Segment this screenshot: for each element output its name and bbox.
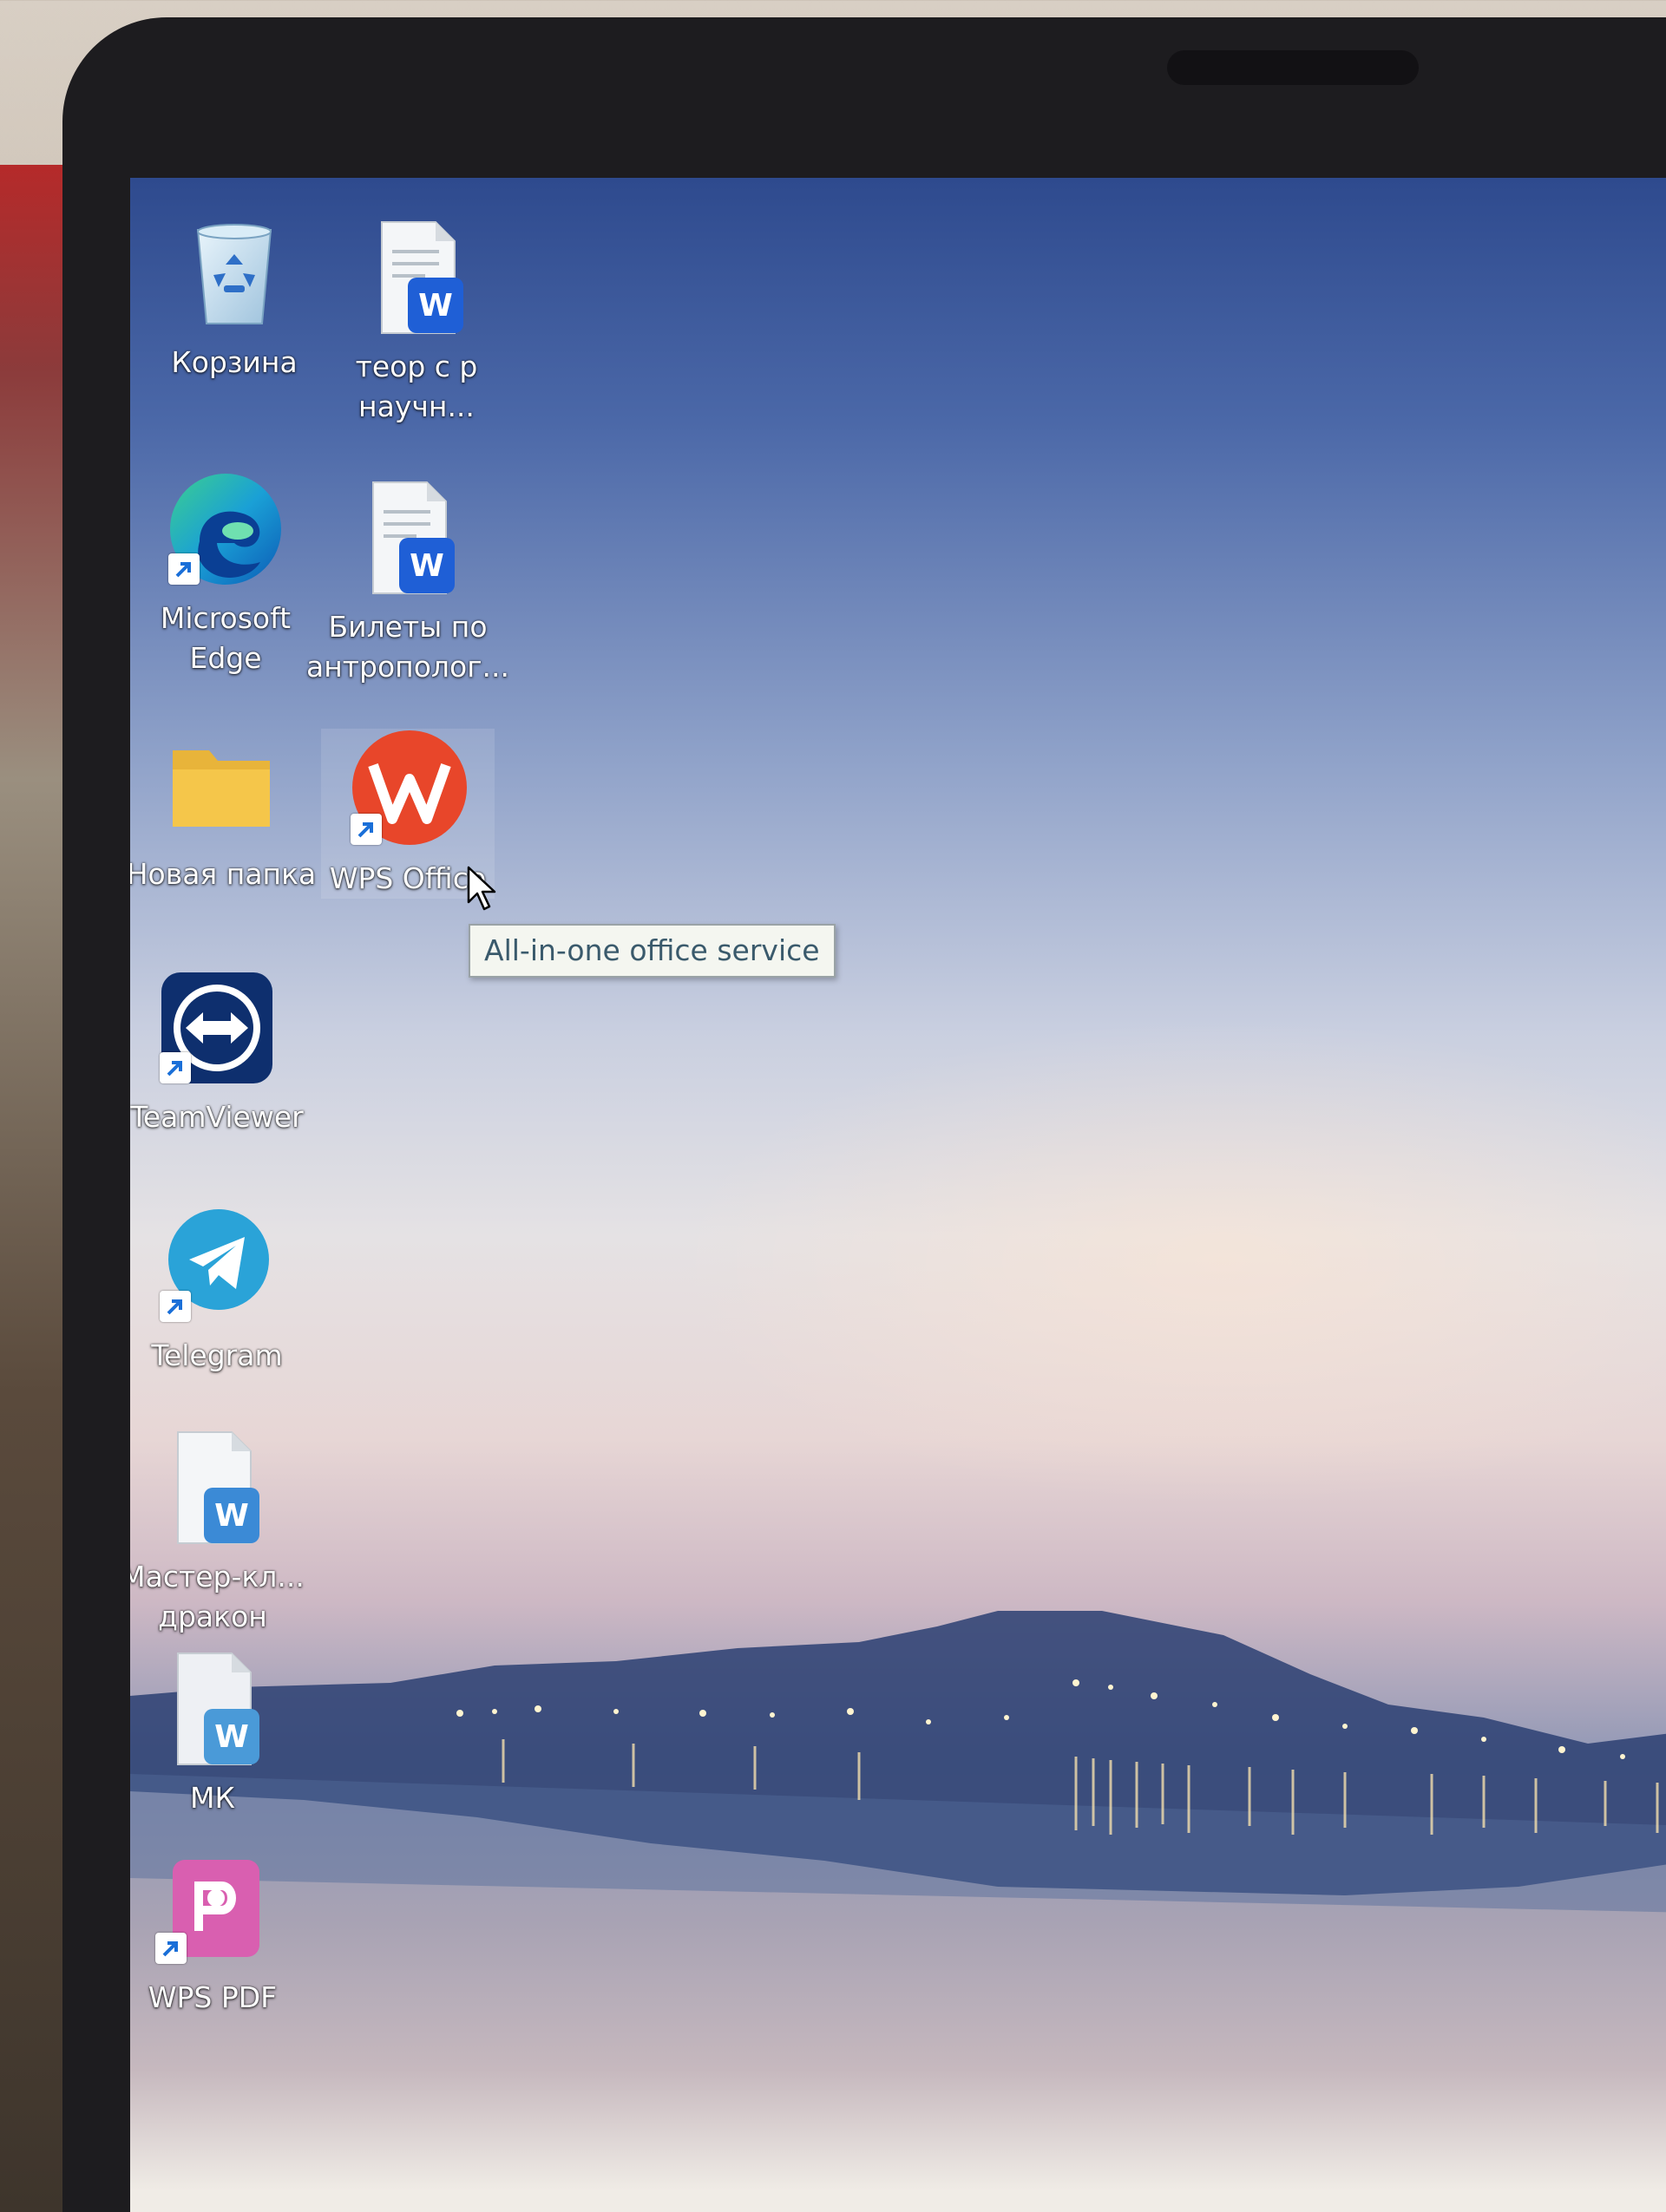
svg-text:W: W [410,548,444,584]
edge-icon [165,468,286,590]
desktop-icon-label: Мастер-кл... дракон [130,1560,305,1633]
svg-text:W: W [418,288,453,324]
desktop-icon-microsoft-edge[interactable]: Microsoft Edge [139,468,312,678]
wps-office-tooltip: All-in-one office service [469,924,836,978]
word-document-icon: W [356,217,477,338]
webcam-bar [1167,50,1419,85]
shortcut-arrow-icon [160,1052,191,1083]
telegram-icon [156,1206,278,1327]
desktop-icon-label: TeamViewer [130,1100,304,1134]
wps-office-icon [347,729,469,850]
wps-pdf-icon [152,1848,273,1969]
desktop-icon-label: WPS PDF [148,1980,278,2014]
shortcut-arrow-icon [155,1933,187,1964]
shortcut-arrow-icon [168,553,200,585]
mouse-cursor-icon [467,866,496,911]
shortcut-arrow-icon [351,814,382,845]
desktop-icon-teamviewer[interactable]: TeamViewer [130,967,304,1137]
desktop-icon-new-folder[interactable]: Новая папка [130,724,316,894]
desktop-icon-word-doc-mk[interactable]: W МК [130,1648,299,1818]
desktop-icon-label: WPS Office [329,861,487,895]
desktop-icon-label: Telegram [151,1338,283,1372]
desktop-icon-label: Microsoft Edge [160,601,292,675]
wallpaper-landscape [130,1611,1666,1913]
desktop-icon-telegram[interactable]: Telegram [130,1206,304,1376]
desktop-icon-label: Билеты по антрополог... [306,610,510,684]
folder-icon [161,724,282,846]
desktop-icon-wps-pdf[interactable]: WPS PDF [130,1848,299,2018]
desktop[interactable]: Корзина W теор с р научн... Microsoft Ed… [130,178,1666,2212]
desktop-icon-label: Новая папка [130,857,317,891]
desktop-icon-word-doc-teor[interactable]: W теор с р научн... [330,217,503,427]
word-document-icon: W [347,477,469,599]
svg-text:W: W [214,1719,249,1755]
desktop-icon-label: теор с р научн... [355,350,478,423]
svg-text:W: W [214,1498,249,1534]
word-document-icon: W [152,1648,273,1770]
desktop-icon-word-doc-master[interactable]: W Мастер-кл... дракон [130,1427,305,1637]
desktop-icon-word-doc-bilety[interactable]: W Билеты по антрополог... [306,477,509,687]
teamviewer-icon [156,967,278,1089]
desktop-icon-label: Корзина [171,345,298,379]
word-document-icon: W [152,1427,273,1548]
recycle-bin-icon [174,213,295,334]
shortcut-arrow-icon [160,1291,191,1322]
desktop-icon-label: МК [190,1781,235,1815]
desktop-icon-recycle-bin[interactable]: Корзина [148,213,321,383]
